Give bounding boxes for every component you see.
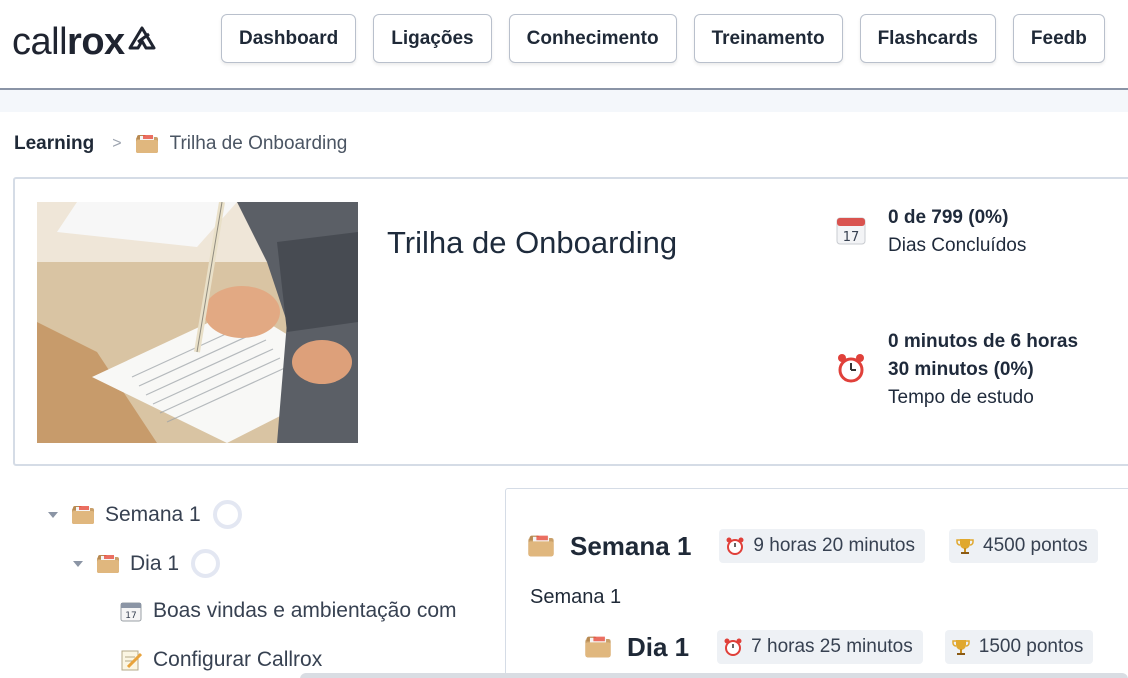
days-completed-label: Dias Concluídos bbox=[888, 235, 1027, 256]
day-title: Dia 1 bbox=[627, 631, 690, 662]
nav-feedback-button[interactable]: Feedb bbox=[1012, 14, 1105, 63]
calendar-icon: 17 bbox=[120, 602, 142, 622]
alarm-clock-icon bbox=[724, 638, 742, 656]
day-duration-text: 7 horas 25 minutos bbox=[751, 636, 913, 657]
day-points-text: 1500 pontos bbox=[978, 636, 1084, 657]
nav-conhecimento-button[interactable]: Conhecimento bbox=[508, 14, 677, 63]
top-navigation-bar: call rox Dashboard Ligações Conhecimento … bbox=[0, 0, 1128, 90]
tree-node-day[interactable]: Dia 1 bbox=[73, 549, 221, 578]
memo-icon bbox=[121, 650, 142, 671]
calendar-icon: 17 bbox=[836, 217, 866, 245]
days-completed-stat: 17 0 de 799 (0%) Dias Concluídos bbox=[835, 204, 1026, 260]
day-points-badge: 1500 pontos bbox=[944, 630, 1094, 664]
tree-item[interactable]: Configurar Callrox bbox=[120, 648, 322, 672]
study-time-stat: 0 minutos de 6 horas 30 minutos (0%) Tem… bbox=[835, 328, 1078, 412]
week-points-badge: 4500 pontos bbox=[949, 529, 1098, 563]
alarm-clock-icon bbox=[838, 354, 864, 383]
tree-node-week[interactable]: Semana 1 bbox=[48, 500, 242, 529]
nav-dashboard-button[interactable]: Dashboard bbox=[221, 14, 357, 63]
track-summary-card: Trilha de Onboarding 17 0 de 799 (0%) Di… bbox=[13, 177, 1128, 466]
alarm-clock-icon bbox=[726, 537, 744, 555]
week-header: Semana 1 9 horas 20 minutos 4500 pontos bbox=[528, 529, 1098, 563]
nav-treinamento-button[interactable]: Treinamento bbox=[693, 14, 843, 63]
folder-icon bbox=[585, 636, 611, 658]
svg-text:17: 17 bbox=[843, 230, 860, 245]
svg-text:17: 17 bbox=[125, 611, 136, 621]
folder-icon bbox=[97, 554, 119, 573]
study-time-value-line1: 0 minutos de 6 horas bbox=[888, 331, 1079, 352]
breadcrumb: Learning > Trilha de Onboarding bbox=[14, 133, 347, 155]
chevron-right-icon: > bbox=[112, 135, 122, 152]
floating-bar-edge bbox=[300, 673, 1128, 678]
breadcrumb-current: Trilha de Onboarding bbox=[169, 133, 348, 154]
week-points-text: 4500 pontos bbox=[983, 535, 1088, 556]
tree-day-label[interactable]: Dia 1 bbox=[130, 552, 179, 576]
trophy-icon bbox=[956, 539, 974, 554]
progress-ring-icon bbox=[191, 549, 221, 578]
logo-text-bold: rox bbox=[67, 21, 125, 63]
arrow-mark-icon bbox=[128, 26, 156, 50]
subheader-strip bbox=[0, 90, 1128, 112]
progress-ring-icon bbox=[212, 500, 242, 529]
folder-icon bbox=[72, 505, 94, 524]
day-header: Dia 1 7 horas 25 minutos 1500 pontos bbox=[585, 630, 1094, 664]
week-title: Semana 1 bbox=[570, 530, 692, 561]
folder-icon bbox=[528, 535, 554, 557]
study-time-label: Tempo de estudo bbox=[888, 387, 1034, 408]
days-completed-value: 0 de 799 (0%) bbox=[888, 207, 1009, 228]
nav-ligacoes-button[interactable]: Ligações bbox=[373, 14, 492, 63]
tree-item[interactable]: 17 Boas vindas e ambientação com bbox=[120, 599, 457, 623]
track-title: Trilha de Onboarding bbox=[387, 225, 678, 260]
caret-down-icon[interactable] bbox=[48, 511, 58, 518]
caret-down-icon[interactable] bbox=[73, 560, 83, 567]
folder-icon bbox=[135, 135, 158, 153]
nav-flashcards-button[interactable]: Flashcards bbox=[859, 14, 996, 63]
breadcrumb-learning-link[interactable]: Learning bbox=[14, 133, 94, 155]
day-duration-badge: 7 horas 25 minutos bbox=[717, 630, 923, 664]
week-duration-badge: 9 horas 20 minutos bbox=[719, 529, 925, 563]
main-nav: Dashboard Ligações Conhecimento Treiname… bbox=[221, 14, 1105, 63]
study-time-value-line2: 30 minutos (0%) bbox=[888, 359, 1034, 380]
week-description: Semana 1 bbox=[530, 586, 622, 608]
track-cover-image bbox=[37, 202, 358, 443]
detail-panel: Semana 1 9 horas 20 minutos 4500 pontos … bbox=[505, 488, 1128, 678]
tree-item-label[interactable]: Boas vindas e ambientação com bbox=[153, 599, 457, 623]
callrox-logo[interactable]: call rox bbox=[12, 20, 157, 64]
trophy-icon bbox=[952, 640, 970, 655]
logo-text-thin: call bbox=[12, 21, 68, 63]
tree-week-label[interactable]: Semana 1 bbox=[105, 503, 201, 527]
week-duration-text: 9 horas 20 minutos bbox=[753, 535, 915, 556]
tree-item-label[interactable]: Configurar Callrox bbox=[153, 648, 322, 672]
